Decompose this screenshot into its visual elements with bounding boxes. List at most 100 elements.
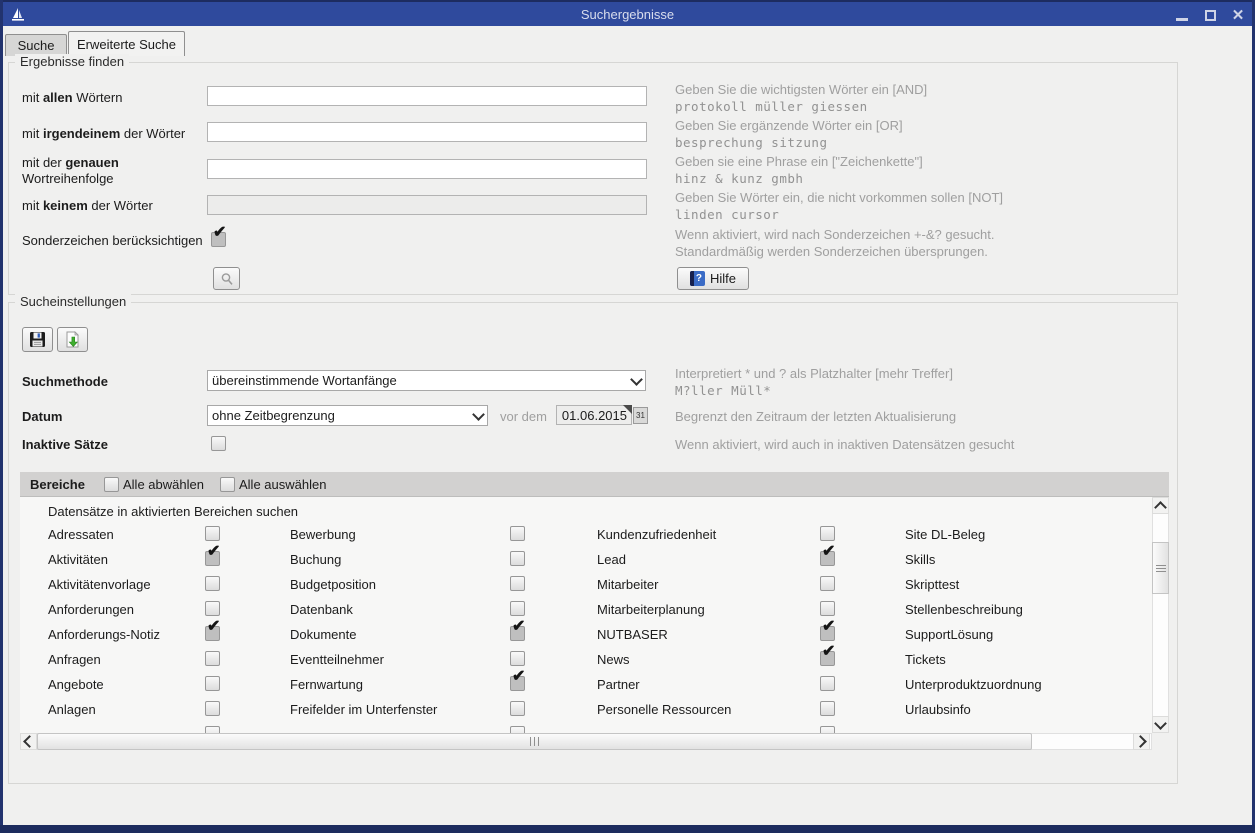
- scroll-down-button[interactable]: [1152, 716, 1169, 733]
- bereich-label: Mitarbeiterplanung: [597, 602, 705, 617]
- bereich-checkbox[interactable]: [820, 601, 835, 616]
- bereich-checkbox[interactable]: [510, 726, 525, 733]
- datum-select[interactable]: ohne Zeitbegrenzung: [207, 405, 488, 426]
- bereich-label: Unterproduktzuordnung: [905, 677, 1042, 692]
- bereich-checkbox[interactable]: ✔: [510, 626, 525, 641]
- load-settings-button[interactable]: [57, 327, 88, 352]
- inaktive-saetze-checkbox[interactable]: [211, 436, 226, 451]
- save-settings-button[interactable]: [22, 327, 53, 352]
- calendar-icon: 31: [636, 411, 645, 420]
- bereiche-header-label: Bereiche: [30, 477, 85, 492]
- vertical-scrollbar-thumb[interactable]: [1152, 542, 1169, 594]
- bereich-label: Skills: [905, 552, 935, 567]
- select-all-checkbox[interactable]: [220, 477, 235, 492]
- bereich-label: Freifelder im Unterfenster: [290, 702, 437, 717]
- bereich-label: Urlaubsinfo: [905, 702, 971, 717]
- magnifier-icon: [220, 272, 234, 286]
- bereich-checkbox[interactable]: ✔: [820, 651, 835, 666]
- vertical-scrollbar-track[interactable]: [1152, 497, 1169, 733]
- calendar-button[interactable]: 31: [633, 407, 648, 424]
- deselect-all-checkbox[interactable]: [104, 477, 119, 492]
- bereich-checkbox[interactable]: ✔: [205, 551, 220, 566]
- bereich-checkbox[interactable]: [205, 576, 220, 591]
- scroll-grip-icon: [1156, 564, 1166, 572]
- bereiche-row: AngeboteFernwartung✔PartnerUnterproduktz…: [20, 673, 1152, 698]
- example-exact-phrase: hinz & kunz gmbh: [675, 171, 803, 186]
- label-exact-phrase: mit der genauen: [22, 155, 119, 170]
- input-all-words[interactable]: [207, 86, 647, 106]
- minimize-button[interactable]: [1175, 8, 1189, 22]
- bereich-label: Personelle Ressourcen: [597, 702, 731, 717]
- special-chars-checkbox[interactable]: ✔: [211, 232, 226, 247]
- label-none-words: mit keinem der Wörter: [22, 198, 153, 213]
- input-any-words[interactable]: [207, 122, 647, 142]
- bereich-label: Mitarbeiter: [597, 577, 658, 592]
- date-corner-icon: [623, 405, 632, 414]
- bereich-checkbox[interactable]: [510, 601, 525, 616]
- example-all-words: protokoll müller giessen: [675, 99, 868, 114]
- close-button[interactable]: ✕: [1231, 8, 1245, 22]
- input-exact-phrase[interactable]: [207, 159, 647, 179]
- bereich-checkbox[interactable]: [205, 601, 220, 616]
- bereich-checkbox[interactable]: [205, 701, 220, 716]
- chevron-left-icon: [23, 735, 36, 748]
- chevron-down-icon: [1154, 717, 1167, 730]
- bereich-checkbox[interactable]: [820, 576, 835, 591]
- bereich-checkbox[interactable]: [510, 701, 525, 716]
- tab-erweiterte-suche[interactable]: Erweiterte Suche: [68, 31, 185, 56]
- scroll-right-button[interactable]: [1133, 733, 1150, 750]
- bereich-checkbox[interactable]: ✔: [510, 676, 525, 691]
- bereich-label: Anfragen: [48, 652, 101, 667]
- hint-inaktive-saetze: Wenn aktiviert, wird auch in inaktiven D…: [675, 437, 1014, 452]
- suchmethode-select[interactable]: übereinstimmende Wortanfänge: [207, 370, 646, 391]
- bereich-label: Dokumente: [290, 627, 356, 642]
- bereiche-row: Anforderungs-Notiz✔Dokumente✔NUTBASER✔Su…: [20, 623, 1152, 648]
- bereich-checkbox[interactable]: ✔: [820, 626, 835, 641]
- hint-suchmethode: Interpretiert * und ? als Platzhalter [m…: [675, 366, 953, 381]
- hint-exact-phrase: Geben sie eine Phrase ein ["Zeichenkette…: [675, 154, 923, 169]
- label-datum: Datum: [22, 409, 62, 424]
- bereich-checkbox[interactable]: [510, 576, 525, 591]
- bereich-checkbox[interactable]: ✔: [820, 551, 835, 566]
- date-input[interactable]: 01.06.2015: [556, 405, 632, 425]
- load-document-icon: [64, 331, 81, 348]
- bereich-label: Aktivitätenvorlage: [48, 577, 151, 592]
- bereich-checkbox[interactable]: [820, 526, 835, 541]
- bereich-checkbox[interactable]: [205, 726, 220, 733]
- bereich-checkbox[interactable]: [820, 701, 835, 716]
- bereich-checkbox[interactable]: [205, 676, 220, 691]
- horizontal-scrollbar-thumb[interactable]: [37, 733, 1032, 750]
- bereich-checkbox[interactable]: [205, 526, 220, 541]
- scroll-up-button[interactable]: [1152, 497, 1169, 514]
- checkmark-icon: ✔: [512, 669, 525, 685]
- label-special-chars: Sonderzeichen berücksichtigen: [22, 233, 203, 248]
- label-suchmethode: Suchmethode: [22, 374, 108, 389]
- chevron-down-icon: [472, 408, 485, 421]
- scroll-left-button[interactable]: [20, 733, 37, 750]
- hint-none-words: Geben Sie Wörter ein, die nicht vorkomme…: [675, 190, 1003, 205]
- tab-suche[interactable]: Suche: [5, 34, 67, 56]
- bereiche-row: [20, 723, 1152, 733]
- maximize-button[interactable]: [1203, 8, 1217, 22]
- input-none-words[interactable]: [207, 195, 647, 215]
- help-button[interactable]: ? Hilfe: [677, 267, 749, 290]
- label-all-words: mit allen Wörtern: [22, 90, 122, 105]
- hint-any-words: Geben Sie ergänzende Wörter ein [OR]: [675, 118, 903, 133]
- example-any-words: besprechung sitzung: [675, 135, 828, 150]
- bereich-label: News: [597, 652, 630, 667]
- hint-all-words: Geben Sie die wichtigsten Wörter ein [AN…: [675, 82, 927, 97]
- bereich-label: Fernwartung: [290, 677, 363, 692]
- bereich-checkbox[interactable]: [820, 676, 835, 691]
- checkmark-icon: ✔: [512, 619, 525, 635]
- bereich-checkbox[interactable]: [510, 526, 525, 541]
- bereich-checkbox[interactable]: [510, 551, 525, 566]
- bereich-checkbox[interactable]: ✔: [205, 626, 220, 641]
- suchmethode-value: übereinstimmende Wortanfänge: [212, 373, 632, 388]
- bereich-checkbox[interactable]: [510, 651, 525, 666]
- label-exact-phrase-line2: Wortreihenfolge: [22, 171, 114, 186]
- chevron-up-icon: [1154, 501, 1167, 514]
- bereich-checkbox[interactable]: [820, 726, 835, 733]
- bereich-label: NUTBASER: [597, 627, 668, 642]
- search-button[interactable]: [213, 267, 240, 290]
- bereich-checkbox[interactable]: [205, 651, 220, 666]
